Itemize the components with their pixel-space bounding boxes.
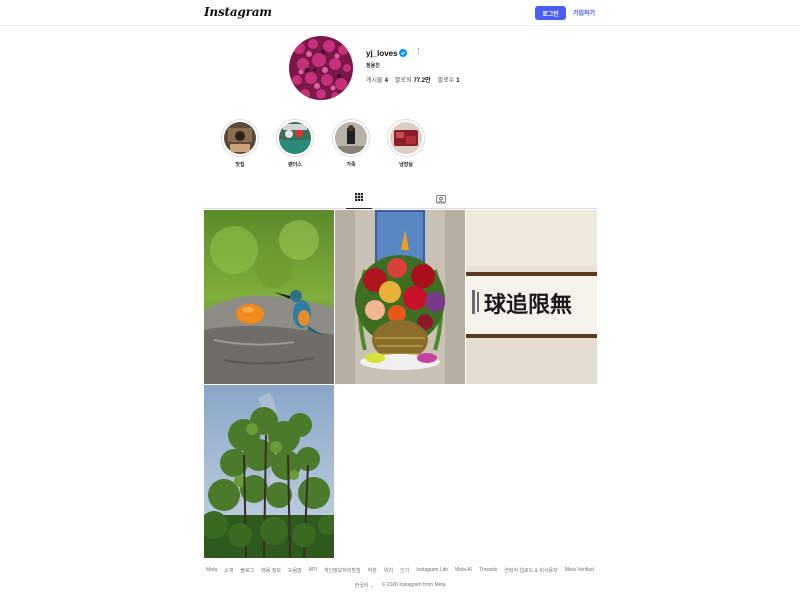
profile-full-name: 정용진 <box>366 63 380 69</box>
language-label: 한국어 <box>354 583 369 589</box>
highlight-label: 랜더스 <box>288 162 302 168</box>
trees-photo <box>204 385 334 558</box>
footer-link[interactable]: 약관 <box>368 567 377 574</box>
post-thumbnail[interactable] <box>204 385 334 558</box>
tab-posts-grid[interactable] <box>346 193 372 209</box>
footer-link[interactable]: 연락처 업로드 & 비사용자 <box>504 567 558 574</box>
chevron-down-icon: ⌄ <box>369 583 374 589</box>
kingfisher-photo <box>204 210 334 384</box>
calligraphy-text: 球追限無 <box>484 292 572 318</box>
flower-bouquet-photo <box>335 210 465 384</box>
post-thumbnail[interactable] <box>204 210 334 384</box>
stat-posts: 게시물 4 <box>366 75 388 84</box>
highlight-label: 가족 <box>346 162 356 168</box>
stat-following[interactable]: 팔로우 1 <box>438 75 460 84</box>
verified-badge-icon <box>399 49 407 57</box>
profile-avatar[interactable] <box>289 36 353 100</box>
stat-label: 게시물 <box>366 78 383 84</box>
language-selector[interactable]: 한국어 ⌄ <box>354 582 373 589</box>
stat-label: 팔로워 <box>394 78 412 84</box>
footer-links: Meta 소개 블로그 채용 정보 도움말 API 개인정보처리방침 약관 위치… <box>0 567 800 574</box>
stat-followers[interactable]: 팔로워 77.2만 <box>395 75 431 84</box>
tagged-icon[interactable] <box>436 194 446 204</box>
profile-stats: 게시물 4 팔로워 77.2만 팔로우 1 <box>366 75 460 84</box>
footer-link[interactable]: 개인정보처리방침 <box>324 567 361 574</box>
story-highlight[interactable]: 랜더스 <box>275 119 315 168</box>
profile-username: yj_loves <box>366 49 398 58</box>
login-button[interactable]: 로그인 <box>535 6 566 20</box>
footer-link[interactable]: Instagram Lite <box>416 567 448 574</box>
stat-value: 1 <box>456 78 460 84</box>
footer-link[interactable]: Threads <box>479 567 497 574</box>
footer-link[interactable]: Meta Verified <box>565 567 594 574</box>
grid-icon <box>355 193 363 201</box>
post-thumbnail[interactable] <box>335 210 465 384</box>
calligraphy-photo: 球追限無 <box>466 210 597 384</box>
highlight-label: 맛집 <box>235 162 245 168</box>
stat-value: 4 <box>384 78 388 84</box>
stat-label: 팔로우 <box>437 78 455 84</box>
signup-link[interactable]: 가입하기 <box>573 8 595 17</box>
copyright-text: © 2026 Instagram from Meta <box>381 582 446 588</box>
footer-link[interactable]: 인기 <box>400 567 409 574</box>
story-highlight[interactable]: 맛집 <box>220 119 260 168</box>
top-navigation-bar: Instagram 로그인 가입하기 <box>0 0 800 26</box>
footer-bottom: 한국어 ⌄ © 2026 Instagram from Meta <box>0 582 800 589</box>
footer-link[interactable]: 도움말 <box>288 567 302 574</box>
footer-link[interactable]: 블로그 <box>240 567 254 574</box>
story-highlight[interactable]: 가족 <box>331 119 371 168</box>
stat-value: 77.2만 <box>413 78 431 84</box>
post-thumbnail[interactable]: 球追限無 <box>466 210 597 384</box>
footer-link[interactable]: Meta <box>206 567 217 574</box>
footer-link[interactable]: 소개 <box>224 567 233 574</box>
highlight-label: 냉장실 <box>399 162 413 168</box>
footer-link[interactable]: 위치 <box>384 567 393 574</box>
tabs-divider <box>204 208 597 209</box>
footer-link[interactable]: 채용 정보 <box>261 567 281 574</box>
instagram-logo[interactable]: Instagram <box>204 5 272 19</box>
story-highlight[interactable]: 냉장실 <box>386 119 426 168</box>
footer-link[interactable]: API <box>309 567 317 574</box>
more-options-icon[interactable]: ⋮ <box>415 48 422 56</box>
footer-link[interactable]: Meta AI <box>455 567 472 574</box>
